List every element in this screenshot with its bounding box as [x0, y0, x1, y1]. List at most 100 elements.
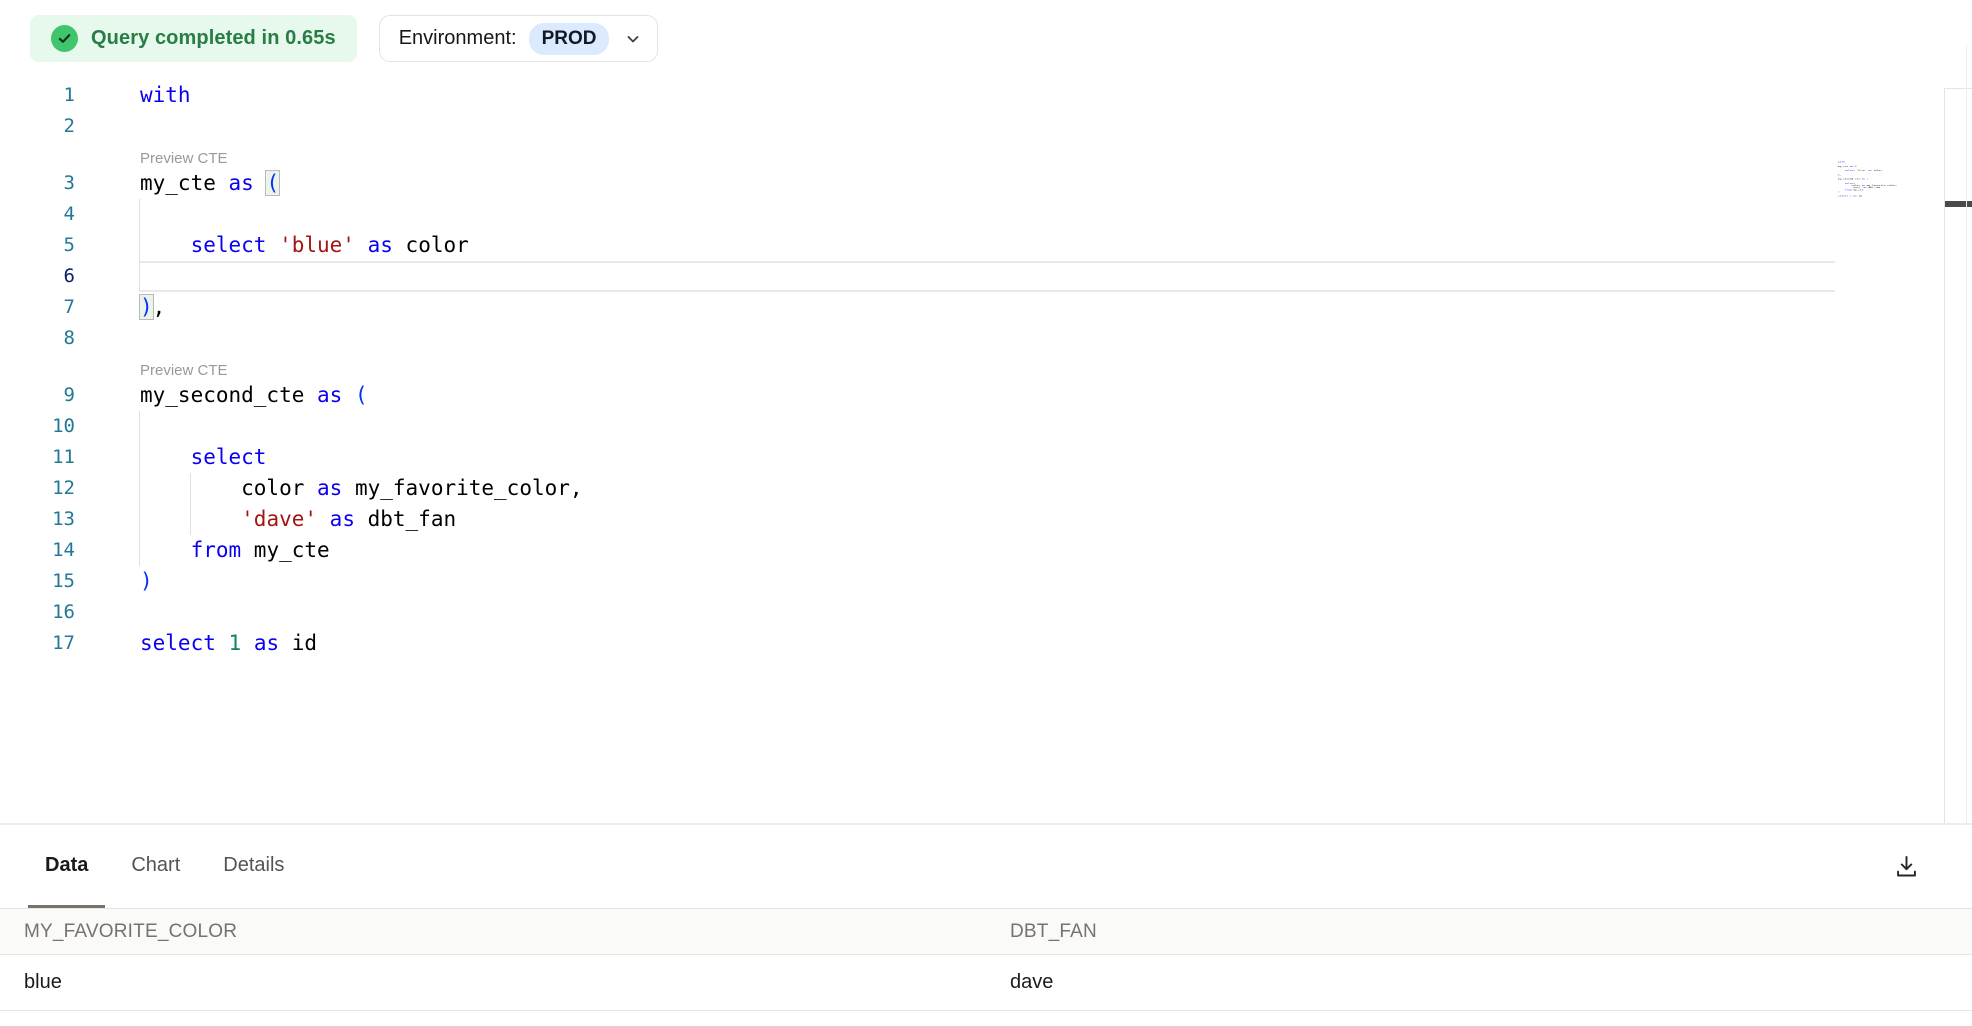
indent-guide	[139, 442, 140, 473]
code-token: as	[330, 507, 355, 531]
line-number[interactable]: 2	[0, 111, 75, 142]
indent-guide	[139, 504, 140, 535]
line-number[interactable]: 7	[0, 292, 75, 323]
tab-data[interactable]: Data	[28, 825, 105, 908]
code-line[interactable]: 12 color as my_favorite_color,	[0, 473, 1972, 504]
code-line-text: )	[140, 566, 153, 597]
code-line[interactable]: 1 with	[0, 80, 1972, 111]
code-token	[140, 445, 191, 469]
table-cell: dave	[986, 955, 1972, 1011]
code-line-text: select 1 as id	[1838, 195, 1862, 197]
code-token: dbt_fan	[1867, 187, 1881, 189]
code-token: (	[355, 383, 368, 407]
code-token: my_second_cte	[140, 383, 317, 407]
code-line-text: ),	[140, 292, 165, 323]
scrollbar-thumb[interactable]	[1945, 201, 1972, 207]
environment-label: Environment:	[399, 27, 517, 50]
code-line-text: from my_cte	[140, 535, 330, 566]
code-line[interactable]: 5 select 'blue' as color	[0, 230, 1972, 261]
code-token: 1	[229, 631, 242, 655]
line-number[interactable]: 11	[0, 442, 75, 473]
line-number[interactable]: 3	[0, 168, 75, 199]
code-token: 'blue'	[279, 233, 355, 257]
line-number[interactable]: 10	[0, 411, 75, 442]
preview-cte-lens[interactable]: Preview CTE	[140, 149, 228, 168]
editor-minimap[interactable]: withmy_cte as ( select 'blue' as color),…	[1838, 161, 1918, 205]
tab-details[interactable]: Details	[206, 825, 301, 908]
results-tabs: DataChartDetails	[0, 825, 1972, 908]
line-number[interactable]: 16	[0, 597, 75, 628]
environment-selector[interactable]: Environment: PROD	[379, 15, 659, 62]
code-token	[317, 507, 330, 531]
download-results-button[interactable]	[1891, 851, 1921, 881]
code-line[interactable]: 8	[0, 323, 1972, 354]
code-token: my_cte	[140, 171, 229, 195]
code-token: (	[266, 171, 279, 195]
code-line[interactable]: 14 from my_cte	[0, 535, 1972, 566]
code-line[interactable]: 9 my_second_cte as (	[0, 380, 1972, 411]
line-number[interactable]: 5	[0, 230, 75, 261]
line-number[interactable]: 15	[0, 566, 75, 597]
preview-cte-lens[interactable]: Preview CTE	[140, 361, 228, 380]
code-line-text: my_cte as (	[140, 168, 279, 199]
code-line[interactable]: 11 select	[0, 442, 1972, 473]
code-line[interactable]: 10	[0, 411, 1972, 442]
code-line-text: with	[140, 80, 191, 111]
query-status-text: Query completed in 0.65s	[91, 27, 336, 50]
code-line-text: select	[140, 442, 266, 473]
line-number[interactable]: 1	[0, 80, 75, 111]
column-header: MY_FAVORITE_COLOR	[0, 909, 986, 955]
line-number[interactable]: 6	[0, 261, 75, 292]
sql-editor[interactable]: 1with2Preview CTE3my_cte as (45 select '…	[0, 77, 1972, 823]
table-row: bluedave	[0, 955, 1972, 1011]
code-token: (	[1867, 178, 1869, 180]
line-number[interactable]: 12	[0, 473, 75, 504]
code-token: with	[140, 83, 191, 107]
code-line[interactable]: 7),	[0, 292, 1972, 323]
code-line[interactable]: 16	[0, 597, 1972, 628]
code-line[interactable]: 13 'dave' as dbt_fan	[0, 504, 1972, 535]
code-token: as	[317, 476, 342, 500]
indent-guide	[190, 504, 191, 535]
line-number[interactable]: 13	[0, 504, 75, 535]
code-token: (	[1855, 165, 1857, 167]
code-area: 1with2Preview CTE3my_cte as (45 select '…	[0, 77, 1972, 659]
editor-scrollbar[interactable]	[1944, 88, 1972, 823]
code-token: my_cte	[1852, 189, 1864, 191]
code-line-text: 'dave' as dbt_fan	[140, 504, 456, 535]
table-cell: blue	[0, 955, 986, 1011]
code-token: 'blue'	[1857, 170, 1867, 172]
line-number[interactable]: 4	[0, 199, 75, 230]
code-token	[241, 631, 254, 655]
environment-value-badge: PROD	[529, 23, 610, 55]
code-line[interactable]: 6	[0, 261, 1972, 292]
code-line-text: select 1 as id	[140, 628, 317, 659]
line-number[interactable]: 9	[0, 380, 75, 411]
code-line[interactable]: 15)	[0, 566, 1972, 597]
code-token: select	[140, 631, 216, 655]
line-number[interactable]: 17	[0, 628, 75, 659]
code-token: as	[317, 383, 342, 407]
code-token	[216, 631, 229, 655]
code-token: ,	[153, 295, 166, 319]
code-token: as	[368, 233, 393, 257]
code-token: color	[393, 233, 469, 257]
code-token: select	[191, 445, 267, 469]
code-token: from	[191, 538, 242, 562]
code-token: color	[140, 476, 317, 500]
column-header: DBT_FAN	[986, 909, 1972, 955]
line-number[interactable]: 14	[0, 535, 75, 566]
code-token	[254, 171, 267, 195]
code-token	[140, 507, 241, 531]
code-line[interactable]: 3 my_cte as (	[0, 168, 1972, 199]
code-line[interactable]: 2	[0, 111, 1972, 142]
code-line[interactable]: 17 select 1 as id	[0, 628, 1972, 659]
indent-guide	[139, 473, 140, 504]
tab-chart[interactable]: Chart	[114, 825, 197, 908]
code-token: select	[1838, 195, 1848, 197]
code-line[interactable]: 4	[0, 199, 1972, 230]
code-token	[140, 233, 191, 257]
code-token: )	[140, 569, 153, 593]
line-number[interactable]: 8	[0, 323, 75, 354]
indent-guide	[190, 473, 191, 504]
